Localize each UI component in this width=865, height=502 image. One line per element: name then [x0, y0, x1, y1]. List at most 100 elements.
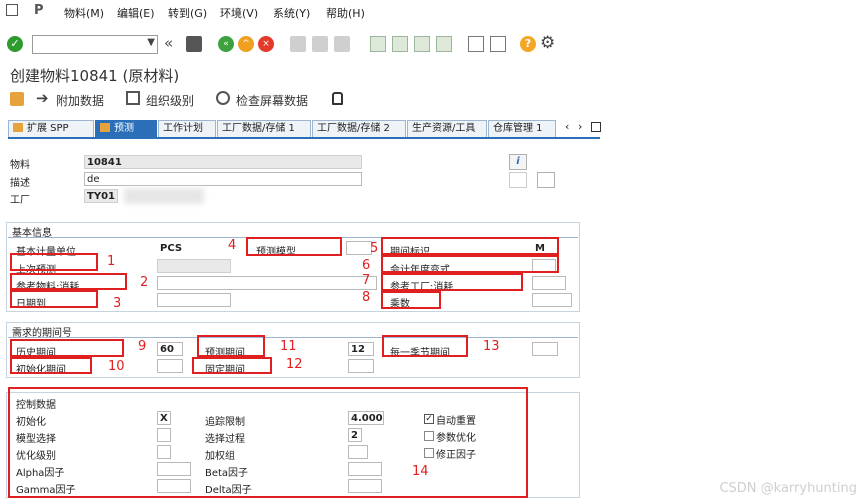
menu-material[interactable]: 物料(M) — [64, 5, 104, 21]
prev-page-icon[interactable] — [392, 36, 408, 52]
ref-material-field[interactable] — [157, 276, 377, 290]
new-session-icon[interactable] — [468, 36, 484, 52]
description-label: 描述 — [10, 178, 30, 189]
help-icon[interactable]: ? — [520, 36, 536, 52]
annotation-number: 9 — [138, 339, 147, 354]
tab-warehouse-1[interactable]: 仓库管理 1 — [488, 120, 556, 137]
annotation-number: 11 — [280, 339, 297, 354]
annotation-number: 5 — [370, 241, 379, 256]
next-page-icon[interactable] — [414, 36, 430, 52]
additional-data-button[interactable]: 附加数据 — [56, 92, 104, 109]
page-title: 创建物料10841 (原材料) — [10, 67, 180, 85]
forecast-model-field[interactable] — [346, 241, 372, 255]
tab-label: 扩展 SPP — [27, 123, 69, 134]
last-forecast-field — [157, 259, 231, 273]
tab-list-icon[interactable] — [591, 122, 601, 132]
tab-plant-data-1[interactable]: 工厂数据/存储 1 — [217, 120, 311, 137]
menu-environment[interactable]: 环境(V) — [220, 5, 258, 21]
check-screen-icon[interactable] — [216, 91, 230, 105]
display-icon[interactable] — [509, 172, 527, 188]
init-periods-field[interactable] — [157, 359, 183, 373]
group-divider — [8, 337, 578, 338]
base-unit-field: PCS — [157, 241, 185, 255]
annotation-box — [8, 387, 528, 498]
menu-system[interactable]: 系统(Y) — [273, 5, 310, 21]
hist-periods-field[interactable]: 60 — [157, 342, 183, 356]
org-levels-button[interactable]: 组织级别 — [146, 92, 194, 109]
save-icon[interactable] — [186, 36, 202, 52]
cancel-icon[interactable]: × — [258, 36, 274, 52]
plant-label: 工厂 — [10, 195, 30, 206]
annotation-box — [10, 290, 98, 308]
document-icon[interactable] — [537, 172, 555, 188]
info-button[interactable]: i — [509, 154, 527, 170]
annotation-number: 2 — [140, 275, 149, 290]
tab-underline — [8, 137, 600, 139]
annotation-box — [381, 291, 441, 309]
annotation-number: 13 — [483, 339, 500, 354]
sap-logo-icon: P — [34, 3, 44, 18]
material-label: 物料 — [10, 160, 30, 171]
tab-scroll-left-icon[interactable]: ‹ — [565, 120, 569, 133]
tab-prt[interactable]: 生产资源/工具 — [407, 120, 487, 137]
ref-plant-field[interactable] — [532, 276, 566, 290]
tab-forecast[interactable]: 预测 — [95, 120, 157, 137]
tab-icon — [100, 123, 110, 132]
annotation-box — [381, 273, 523, 291]
command-field[interactable]: ▼ — [32, 35, 158, 54]
first-page-icon[interactable] — [370, 36, 386, 52]
annotation-number: 6 — [362, 258, 371, 273]
annotation-number: 12 — [286, 357, 303, 372]
find-icon[interactable] — [312, 36, 328, 52]
menu-goto[interactable]: 转到(G) — [168, 5, 207, 21]
tab-strip: 扩展 SPP 预测 工作计划 工厂数据/存储 1 工厂数据/存储 2 生产资源/… — [8, 120, 601, 138]
tab-plant-data-2[interactable]: 工厂数据/存储 2 — [312, 120, 406, 137]
annotation-number: 3 — [113, 296, 122, 311]
check-icon[interactable]: ✓ — [7, 36, 23, 52]
gear-icon[interactable]: ⚙ — [540, 33, 555, 53]
check-screen-button[interactable]: 检查屏幕数据 — [236, 92, 308, 109]
org-levels-icon[interactable] — [126, 91, 140, 105]
switch-view-icon[interactable] — [10, 92, 24, 106]
fixed-periods-field[interactable] — [348, 359, 374, 373]
shortcut-icon[interactable] — [490, 36, 506, 52]
annotation-box — [192, 357, 272, 374]
forecast-periods-field[interactable]: 12 — [348, 342, 374, 356]
annotation-box — [10, 357, 92, 374]
arrow-right-icon[interactable]: ➔ — [36, 89, 49, 107]
last-page-icon[interactable] — [436, 36, 452, 52]
annotation-number: 1 — [107, 254, 116, 269]
description-field[interactable]: de — [84, 172, 362, 186]
lock-icon[interactable] — [332, 92, 343, 105]
multiplier-field[interactable] — [532, 293, 572, 307]
menu-bar: P 物料(M) 编辑(E) 转到(G) 环境(V) 系统(Y) 帮助(H) — [0, 0, 865, 25]
tab-scroll-right-icon[interactable]: › — [578, 120, 582, 133]
annotation-box — [10, 339, 124, 357]
annotation-box — [10, 253, 98, 271]
chevron-down-icon[interactable]: ▼ — [147, 37, 155, 48]
annotation-box — [382, 335, 468, 357]
date-to-field[interactable] — [157, 293, 231, 307]
tab-extend-spp[interactable]: 扩展 SPP — [8, 120, 94, 137]
sap-menu-icon[interactable] — [6, 4, 18, 16]
back-icon[interactable]: « — [218, 36, 234, 52]
annotation-number: 10 — [108, 359, 125, 374]
collapse-command-icon[interactable]: « — [164, 34, 173, 52]
find-next-icon[interactable] — [334, 36, 350, 52]
tab-label: 预测 — [114, 123, 134, 134]
annotation-number: 4 — [228, 238, 237, 253]
plant-field: TY01 — [84, 189, 118, 203]
season-periods-field[interactable] — [532, 342, 558, 356]
menu-edit[interactable]: 编辑(E) — [117, 5, 155, 21]
print-icon[interactable] — [290, 36, 306, 52]
annotation-box — [381, 237, 559, 255]
annotation-number: 7 — [362, 273, 371, 288]
tab-icon — [13, 123, 23, 132]
annotation-box — [197, 335, 265, 357]
menu-help[interactable]: 帮助(H) — [326, 5, 365, 21]
annotation-number: 14 — [412, 464, 429, 479]
annotation-box — [381, 255, 559, 273]
tab-work-scheduling[interactable]: 工作计划 — [158, 120, 216, 137]
plant-description-redacted — [124, 188, 204, 204]
exit-icon[interactable]: ^ — [238, 36, 254, 52]
